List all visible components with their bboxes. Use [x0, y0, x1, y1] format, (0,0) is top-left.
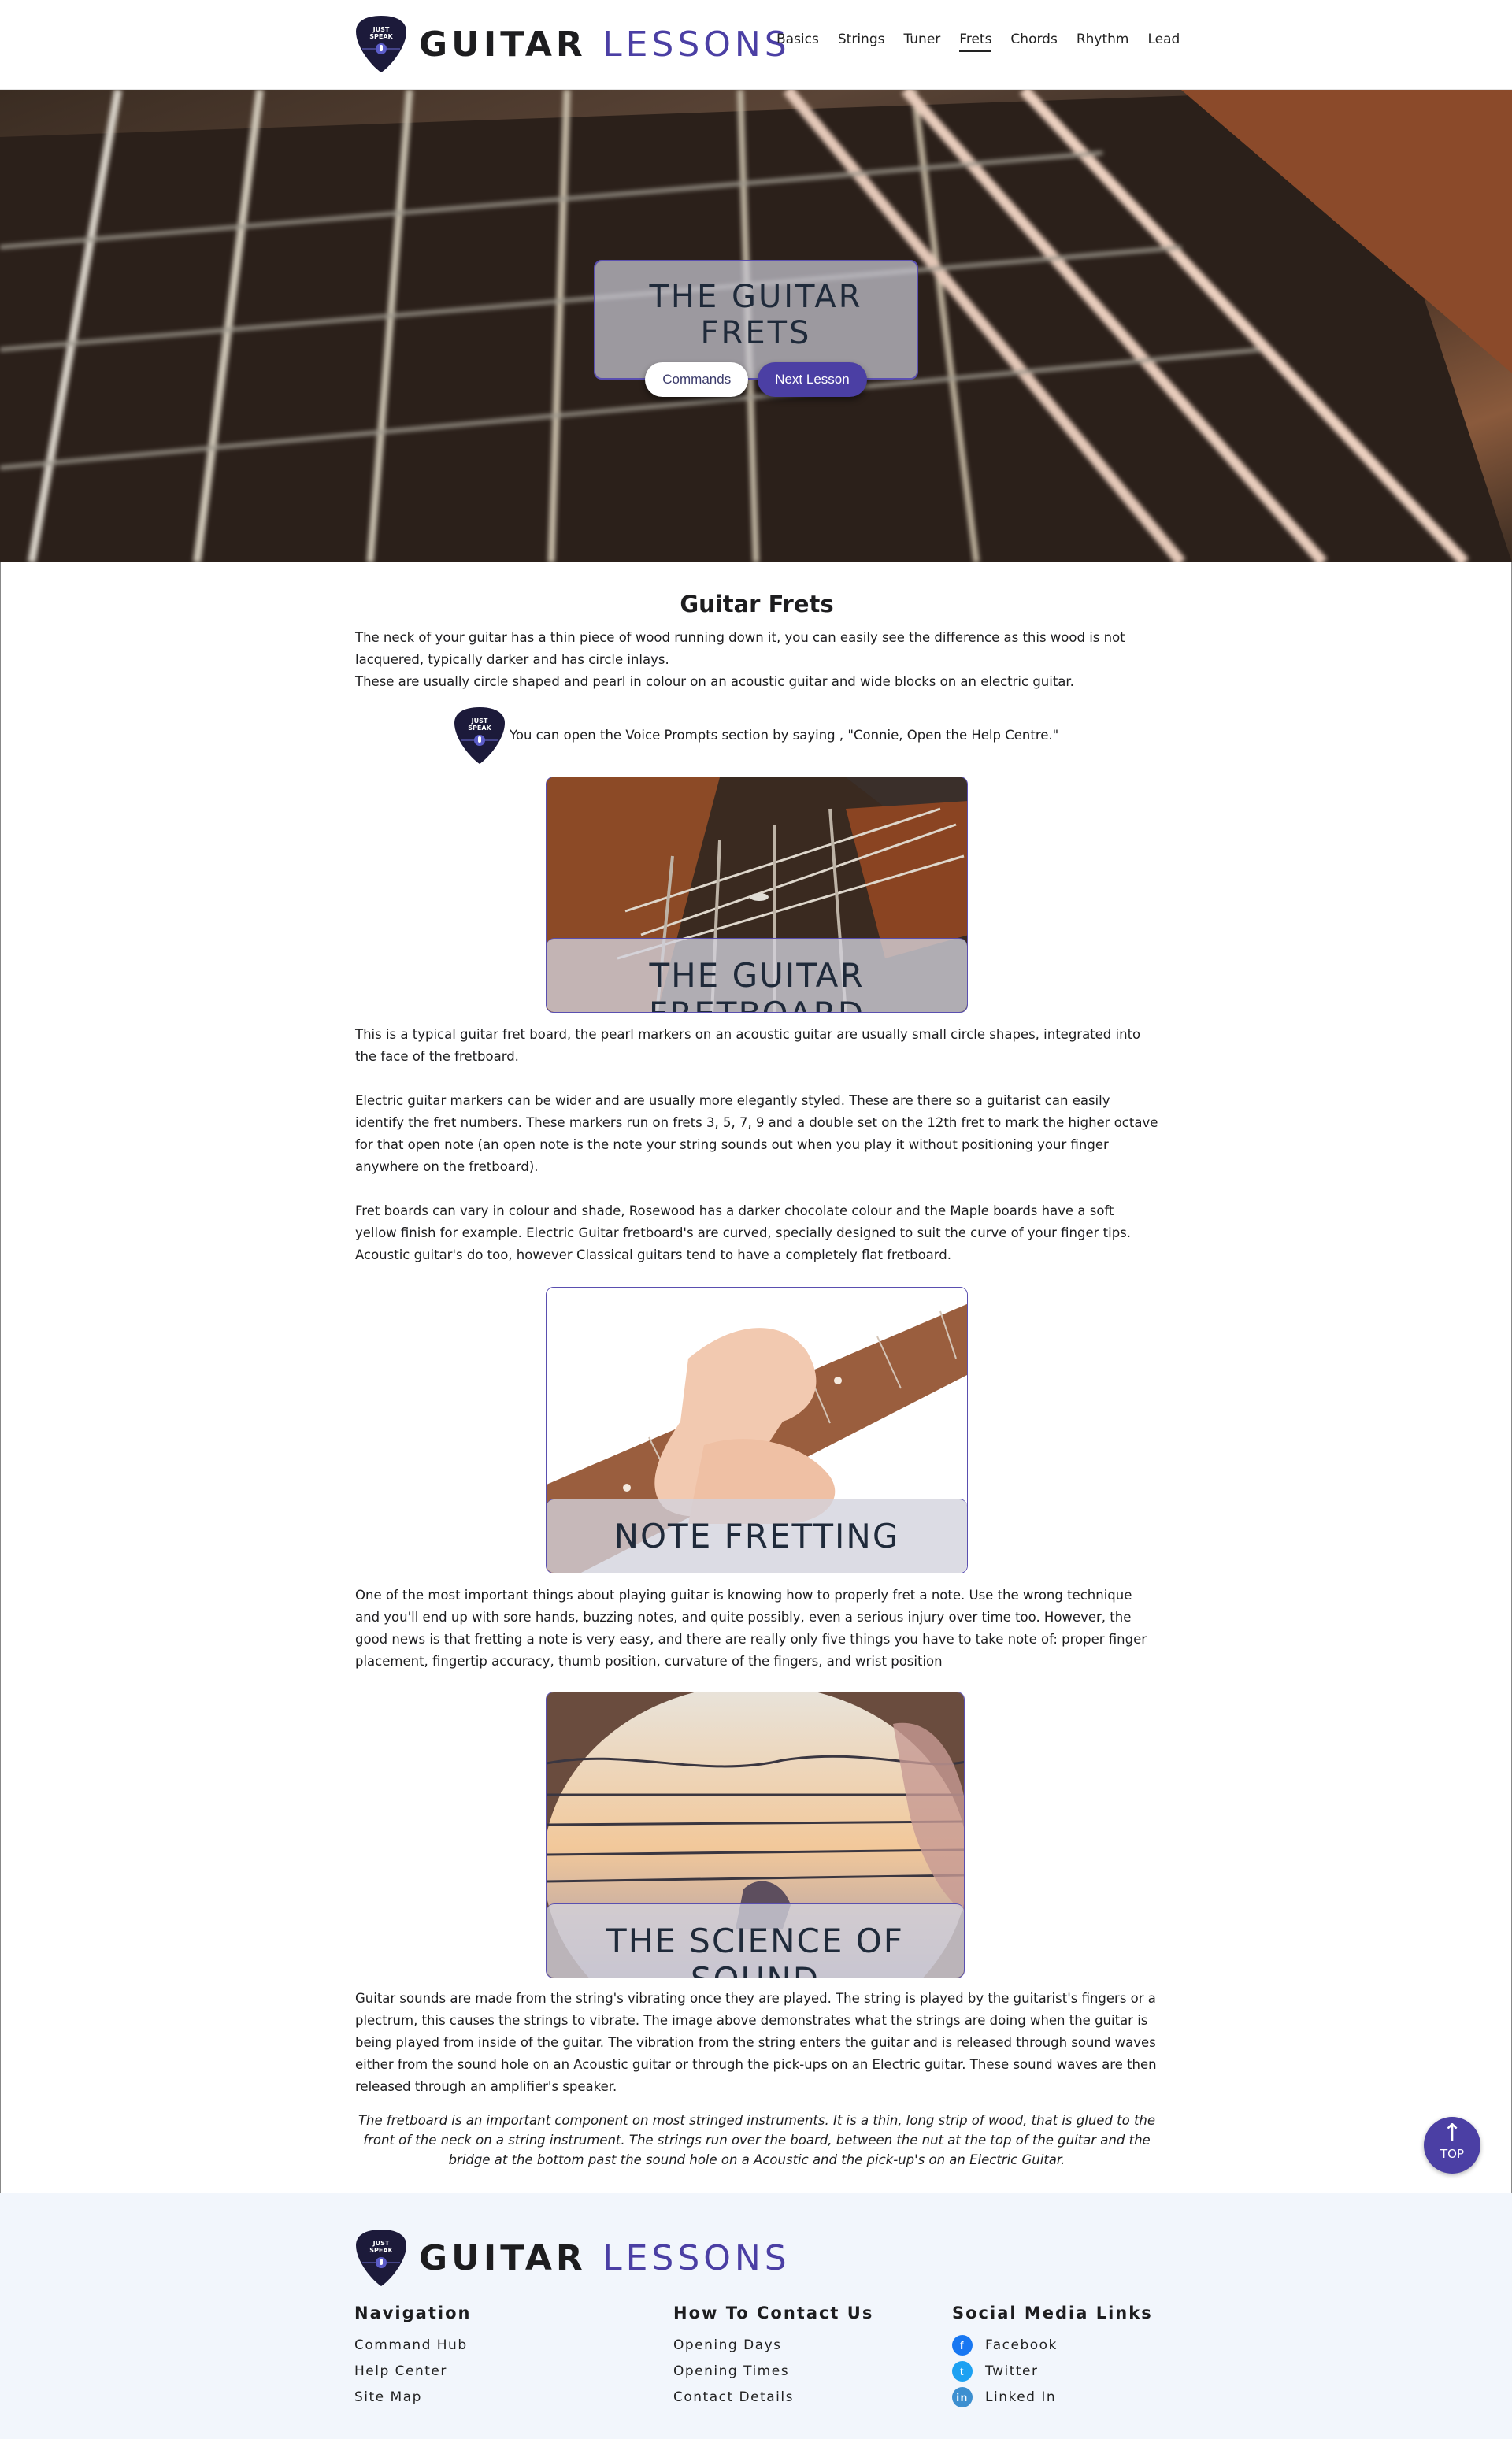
- facebook-icon: f: [952, 2334, 973, 2356]
- note-fretting-card: NOTE FRETTING: [546, 1287, 968, 1573]
- svg-text:JUST: JUST: [471, 717, 488, 725]
- nav-chords[interactable]: Chords: [1010, 32, 1057, 52]
- fretting-paragraph: One of the most important things about p…: [355, 1588, 1147, 1669]
- arrow-up-icon: ↑: [1442, 2119, 1462, 2147]
- linkedin-icon: in: [952, 2386, 973, 2407]
- back-to-top-button[interactable]: ↑ TOP: [1424, 2117, 1480, 2174]
- footer-link-help-center[interactable]: Help Center: [354, 2358, 471, 2384]
- guitar-pick-logo-icon: JUST SPEAK: [354, 14, 408, 74]
- svg-text:SPEAK: SPEAK: [369, 33, 393, 40]
- twitter-label: Twitter: [985, 2363, 1039, 2379]
- site-header: JUST SPEAK GUITAR LESSONS Basics Strings…: [0, 0, 1512, 90]
- footer-contact-heading: How To Contact Us: [673, 2304, 874, 2322]
- footer-logo[interactable]: JUST SPEAK GUITAR LESSONS: [354, 2228, 791, 2288]
- fretboard-paragraph-3: Fret boards can vary in colour and shade…: [355, 1203, 1132, 1262]
- footer-link-contact-details[interactable]: Contact Details: [673, 2384, 873, 2410]
- nav-frets[interactable]: Frets: [959, 32, 992, 52]
- footer-contact: How To Contact Us Opening Days Opening T…: [673, 2304, 873, 2410]
- science-of-sound-caption: THE SCIENCE OF SOUND: [547, 1903, 964, 1978]
- voice-tip-text: You can open the Voice Prompts section b…: [510, 727, 1059, 743]
- svg-text:SPEAK: SPEAK: [369, 2247, 393, 2254]
- footer-link-opening-times[interactable]: Opening Times: [673, 2358, 873, 2384]
- brand-word-guitar: GUITAR: [419, 24, 587, 65]
- brand-word-lessons: LESSONS: [602, 2237, 791, 2278]
- svg-text:JUST: JUST: [372, 26, 390, 33]
- hero-title: THE GUITAR FRETS: [649, 279, 863, 351]
- fretboard-paragraph-1: This is a typical guitar fret board, the…: [355, 1027, 1141, 1064]
- hero-banner: THE GUITAR FRETS Commands Next Lesson: [0, 90, 1512, 562]
- main-content: Guitar Frets The neck of your guitar has…: [0, 562, 1512, 2193]
- linkedin-label: Linked In: [985, 2389, 1057, 2405]
- footer-nav-heading: Navigation: [354, 2304, 472, 2322]
- footer-link-site-map[interactable]: Site Map: [354, 2384, 471, 2410]
- science-of-sound-card: THE SCIENCE OF SOUND: [546, 1692, 965, 1978]
- footer-navigation: Navigation Command Hub Help Center Site …: [354, 2304, 471, 2410]
- commands-button[interactable]: Commands: [645, 362, 749, 397]
- next-lesson-button[interactable]: Next Lesson: [758, 362, 867, 397]
- nav-strings[interactable]: Strings: [838, 32, 885, 52]
- twitter-icon: t: [952, 2360, 973, 2382]
- footer-link-command-hub[interactable]: Command Hub: [354, 2332, 471, 2358]
- footer-link-facebook[interactable]: f Facebook: [952, 2332, 1153, 2358]
- footer-link-opening-days[interactable]: Opening Days: [673, 2332, 873, 2358]
- guitar-pick-icon: JUST SPEAK: [453, 706, 505, 764]
- sound-paragraph: Guitar sounds are made from the string's…: [355, 1991, 1157, 2094]
- nav-rhythm[interactable]: Rhythm: [1077, 32, 1129, 52]
- facebook-label: Facebook: [985, 2337, 1058, 2353]
- note-fretting-caption: NOTE FRETTING: [547, 1499, 967, 1573]
- fretboard-quote: The fretboard is an important component …: [358, 2113, 1156, 2167]
- nav-tuner[interactable]: Tuner: [903, 32, 940, 52]
- voice-tip: JUST SPEAK You can open the Voice Prompt…: [453, 706, 1058, 764]
- brand-word-lessons: LESSONS: [602, 24, 791, 65]
- fretboard-caption: THE GUITAR FRETBOARD: [547, 938, 967, 1012]
- main-nav: Basics Strings Tuner Frets Chords Rhythm…: [776, 32, 1199, 52]
- intro-paragraph-1: The neck of your guitar has a thin piece…: [355, 630, 1125, 667]
- site-logo[interactable]: JUST SPEAK GUITAR LESSONS: [354, 14, 791, 74]
- hero-title-box: THE GUITAR FRETS Commands Next Lesson: [594, 260, 918, 397]
- back-to-top-label: TOP: [1440, 2147, 1464, 2161]
- svg-text:SPEAK: SPEAK: [468, 725, 491, 732]
- fretboard-paragraph-2: Electric guitar markers can be wider and…: [355, 1093, 1158, 1174]
- footer-link-linkedin[interactable]: in Linked In: [952, 2384, 1153, 2410]
- footer-social: Social Media Links f Facebook t Twitter …: [952, 2304, 1153, 2410]
- nav-lead[interactable]: Lead: [1147, 32, 1180, 52]
- nav-basics[interactable]: Basics: [776, 32, 819, 52]
- svg-text:JUST: JUST: [372, 2240, 390, 2247]
- footer-link-twitter[interactable]: t Twitter: [952, 2358, 1153, 2384]
- footer-social-heading: Social Media Links: [952, 2304, 1153, 2322]
- site-footer: JUST SPEAK GUITAR LESSONS Navigation Com…: [0, 2193, 1512, 2439]
- brand-word-guitar: GUITAR: [419, 2237, 587, 2278]
- guitar-pick-logo-icon: JUST SPEAK: [354, 2228, 408, 2288]
- fretboard-card: THE GUITAR FRETBOARD: [546, 777, 968, 1013]
- intro-paragraph-2: These are usually circle shaped and pear…: [355, 674, 1074, 689]
- page-title: Guitar Frets: [680, 591, 834, 617]
